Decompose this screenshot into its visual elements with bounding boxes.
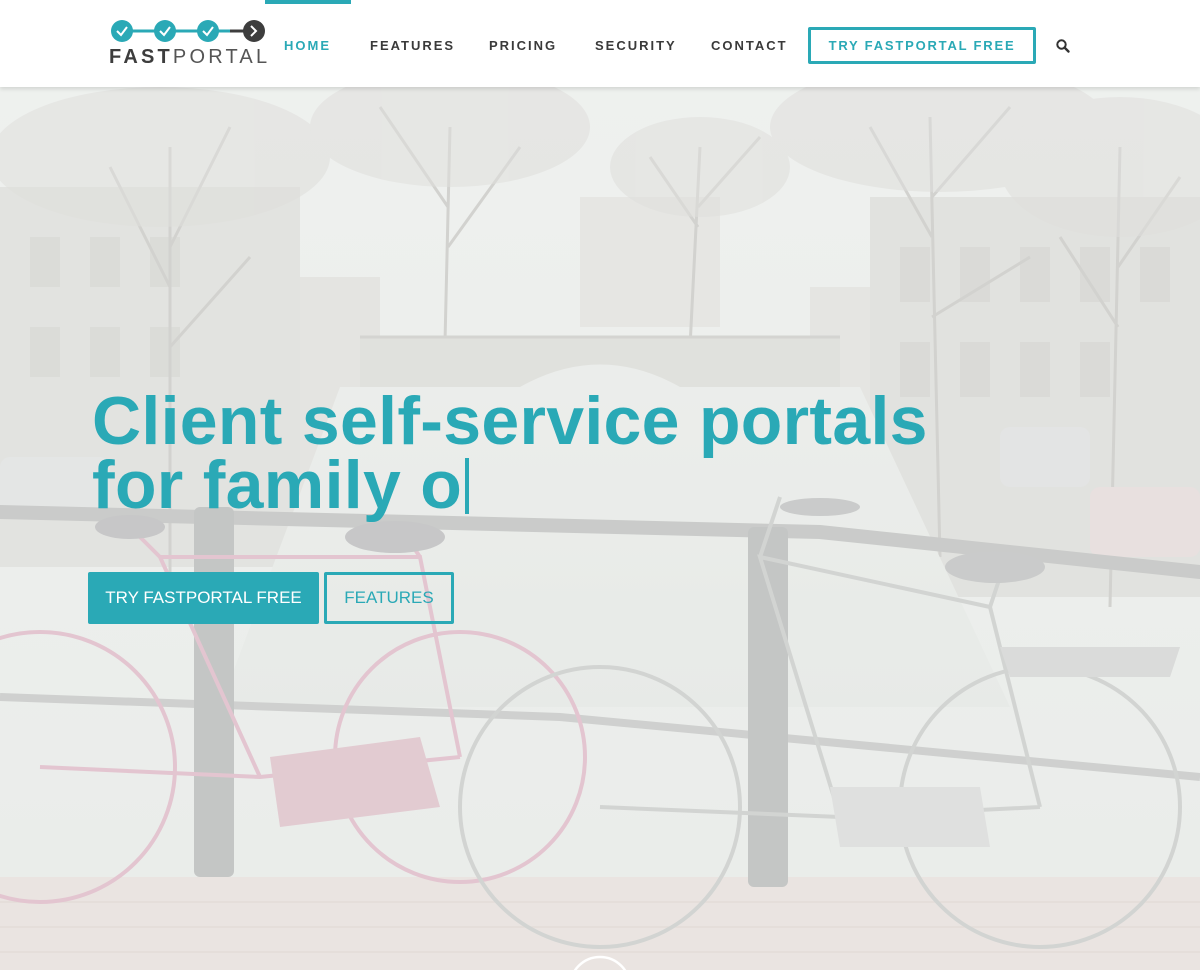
- logo-text-bold: FAST: [109, 46, 173, 68]
- typing-caret: [465, 458, 470, 514]
- search-icon: [1056, 39, 1070, 53]
- fastportal-logo[interactable]: FASTPORTAL: [108, 18, 267, 68]
- page: FASTPORTAL HOME FEATURES PRICING SECURIT…: [0, 0, 1200, 970]
- nav-item-home[interactable]: HOME: [284, 38, 331, 53]
- try-fastportal-free-nav-button[interactable]: TRY FASTPORTAL FREE: [808, 27, 1036, 64]
- nav-item-pricing[interactable]: PRICING: [489, 38, 557, 53]
- hero-headline-line-1: Client self-service portals: [92, 383, 928, 459]
- hero-headline: Client self-service portals for family o: [92, 383, 1152, 519]
- nav-item-security[interactable]: SECURITY: [595, 38, 677, 53]
- try-fastportal-free-hero-button[interactable]: TRY FASTPORTAL FREE: [88, 572, 319, 624]
- logo-wordmark: FASTPORTAL: [109, 46, 270, 69]
- features-hero-button[interactable]: FEATURES: [324, 572, 454, 624]
- hero-background-image: [0, 87, 1200, 970]
- search-button[interactable]: [1055, 38, 1071, 54]
- hero-section: Client self-service portals for family o…: [0, 87, 1200, 970]
- scroll-down-circle-icon[interactable]: [566, 953, 634, 970]
- hero-headline-line-2: for family o: [92, 447, 463, 523]
- nav-item-features[interactable]: FEATURES: [370, 38, 455, 53]
- active-nav-indicator: [265, 0, 351, 4]
- progress-steps-logo-icon: [111, 20, 265, 42]
- nav-item-contact[interactable]: CONTACT: [711, 38, 788, 53]
- top-navbar: FASTPORTAL HOME FEATURES PRICING SECURIT…: [0, 0, 1200, 87]
- hero-headline-line-2-wrap: for family o: [92, 451, 1152, 519]
- logo-text-light: PORTAL: [172, 46, 271, 68]
